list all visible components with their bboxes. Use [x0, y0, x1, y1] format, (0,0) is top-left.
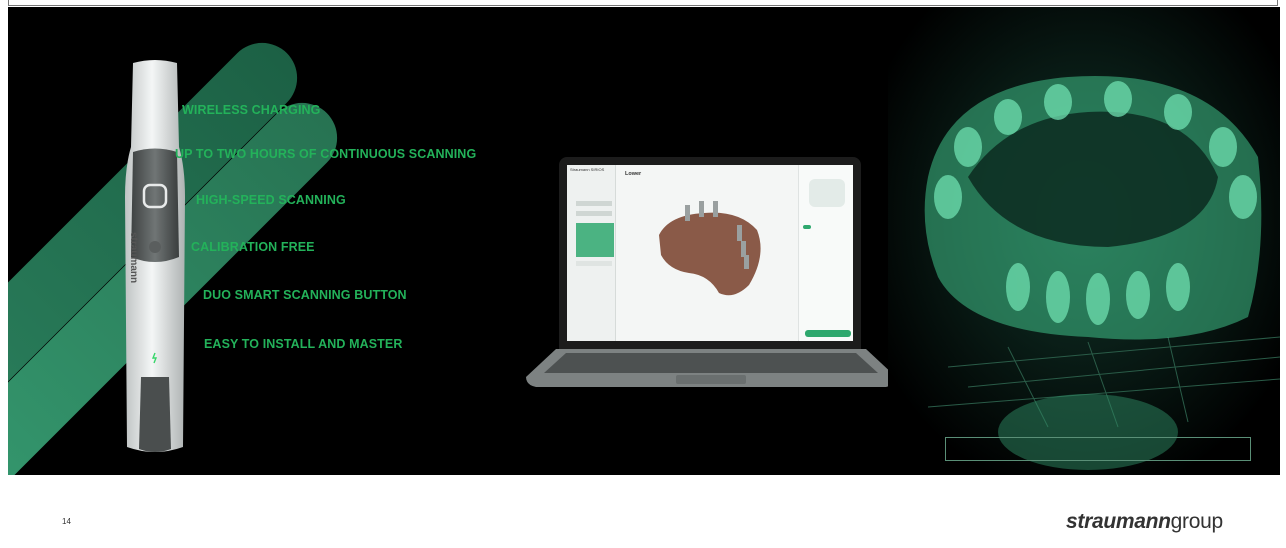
- feature-list: WIRELESS CHARGING UP TO TWO HOURS OF CON…: [8, 7, 528, 475]
- software-screen: Straumann SIRIOS Lower: [567, 165, 853, 341]
- laptop-image: Straumann SIRIOS Lower: [526, 157, 896, 389]
- feature-item: DUO SMART SCANNING BUTTON: [203, 288, 407, 302]
- laptop-keyboard-base: [526, 349, 896, 387]
- app-right-panel: [798, 165, 853, 341]
- feature-item: EASY TO INSTALL AND MASTER: [204, 337, 403, 351]
- logo-bold-text: straumann: [1066, 510, 1171, 533]
- logo-light-text: group: [1170, 510, 1224, 533]
- wireframe-teeth-image: [888, 7, 1280, 475]
- caption-box: [945, 437, 1251, 461]
- page-number: 14: [62, 517, 71, 526]
- hero-panel: straumann WIRELESS CHARGING UP TO TWO HO…: [8, 7, 1280, 475]
- feature-item: UP TO TWO HOURS OF CONTINUOUS SCANNING: [175, 147, 477, 161]
- app-title: Straumann SIRIOS: [570, 167, 605, 172]
- feature-item: WIRELESS CHARGING: [182, 103, 321, 117]
- straumann-group-logo: straumanngroup: [1066, 510, 1223, 534]
- feature-item: CALIBRATION FREE: [191, 240, 315, 254]
- feature-item: HIGH-SPEED SCANNING: [196, 193, 346, 207]
- next-button[interactable]: [805, 330, 851, 337]
- view-label: Lower: [625, 171, 642, 177]
- app-sidebar: Straumann SIRIOS: [567, 165, 616, 341]
- laptop-screen-bezel: Straumann SIRIOS Lower: [559, 157, 861, 349]
- jaw-model-image: [659, 201, 761, 296]
- top-frame: [8, 0, 1278, 6]
